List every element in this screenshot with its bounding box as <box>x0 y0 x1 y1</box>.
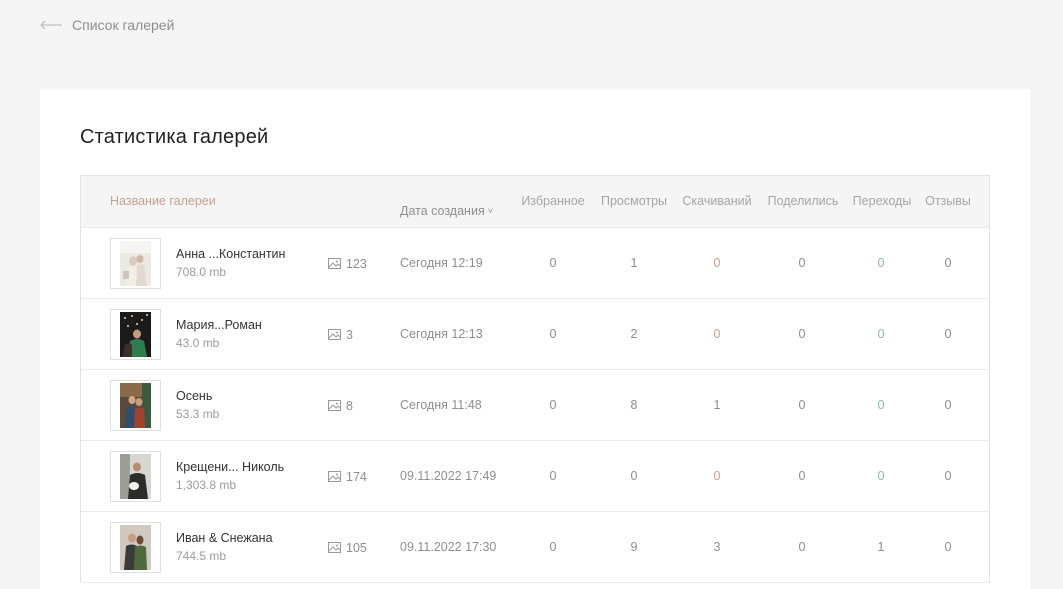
gallery-size: 708.0 mb <box>176 265 227 279</box>
reviews-count: 0 <box>944 398 952 412</box>
gallery-thumbnail[interactable] <box>110 380 161 431</box>
table-header: Название галереи Дата создания ˅ Избранно… <box>81 176 989 228</box>
gallery-stats-table: Название галереи Дата создания ˅ Избранно… <box>80 175 990 583</box>
table-row[interactable]: Анна ...Константин 708.0 mb 123 Сегодня … <box>81 228 989 299</box>
table-row[interactable]: Иван & Снежана 744.5 mb 105 09.11.2022 1… <box>81 512 989 583</box>
views-count: 8 <box>630 398 638 412</box>
gallery-thumbnail[interactable] <box>110 522 161 573</box>
reviews-count: 0 <box>944 327 952 341</box>
photo-count: 8 <box>328 370 353 441</box>
photo-count-value: 123 <box>346 256 367 271</box>
favorites-count: 0 <box>549 327 557 341</box>
photo-count-value: 3 <box>346 327 353 342</box>
shares-count: 0 <box>798 469 806 483</box>
gallery-cover-image <box>120 383 151 428</box>
photo-count: 3 <box>328 299 353 370</box>
created-date: Сегодня 11:48 <box>400 398 482 412</box>
reviews-count: 0 <box>944 256 952 270</box>
created-date: Сегодня 12:13 <box>400 327 483 341</box>
downloads-count: 0 <box>713 256 721 270</box>
transitions-count: 0 <box>877 256 885 270</box>
image-icon <box>328 329 341 340</box>
downloads-count: 3 <box>713 540 721 554</box>
photo-count: 174 <box>328 441 367 512</box>
back-link-label: Список галерей <box>72 17 175 33</box>
favorites-count: 0 <box>549 256 557 270</box>
created-date: 09.11.2022 17:30 <box>400 540 497 554</box>
favorites-count: 0 <box>549 540 557 554</box>
header-transitions: Переходы <box>852 194 912 208</box>
views-count: 1 <box>630 256 638 270</box>
header-downloads: Скачиваний <box>682 194 752 208</box>
gallery-size: 1,303.8 mb <box>176 478 237 492</box>
header-favorites: Избранное <box>521 194 585 208</box>
photo-count: 105 <box>328 512 367 583</box>
gallery-thumbnail[interactable] <box>110 309 161 360</box>
gallery-size: 53.3 mb <box>176 407 220 421</box>
image-icon <box>328 400 341 411</box>
header-created-date-label: Дата создания <box>400 204 485 218</box>
photo-count: 123 <box>328 228 367 299</box>
image-icon <box>328 471 341 482</box>
gallery-size: 744.5 mb <box>176 549 227 563</box>
header-views: Просмотры <box>600 194 668 208</box>
gallery-name[interactable]: Иван & Снежана <box>176 531 273 545</box>
favorites-count: 0 <box>549 398 557 412</box>
transitions-count: 1 <box>877 540 885 554</box>
shares-count: 0 <box>798 540 806 554</box>
downloads-count: 1 <box>713 398 721 412</box>
header-created-date[interactable]: Дата создания ˅ <box>400 176 493 228</box>
image-icon <box>328 542 341 553</box>
photo-count-value: 105 <box>346 540 367 555</box>
gallery-cover-image <box>120 525 151 570</box>
shares-count: 0 <box>798 398 806 412</box>
gallery-thumbnail[interactable] <box>110 451 161 502</box>
shares-count: 0 <box>798 327 806 341</box>
gallery-name[interactable]: Осень <box>176 389 212 403</box>
header-shares: Поделились <box>767 194 839 208</box>
transitions-count: 0 <box>877 398 885 412</box>
reviews-count: 0 <box>944 469 952 483</box>
transitions-count: 0 <box>877 469 885 483</box>
gallery-size: 43.0 mb <box>176 336 220 350</box>
downloads-count: 0 <box>713 469 721 483</box>
table-row[interactable]: Мария...Роман 43.0 mb 3 Сегодня 12:13 0 … <box>81 299 989 370</box>
photo-count-value: 174 <box>346 469 367 484</box>
image-icon <box>328 258 341 269</box>
views-count: 2 <box>630 327 638 341</box>
downloads-count: 0 <box>713 327 721 341</box>
shares-count: 0 <box>798 256 806 270</box>
page-title: Статистика галерей <box>80 126 269 148</box>
views-count: 0 <box>630 469 638 483</box>
transitions-count: 0 <box>877 327 885 341</box>
gallery-name[interactable]: Анна ...Константин <box>176 247 285 261</box>
gallery-name[interactable]: Крещени... Николь <box>176 460 284 474</box>
header-gallery-name: Название галереи <box>110 194 216 208</box>
header-reviews: Отзывы <box>925 194 971 208</box>
gallery-name[interactable]: Мария...Роман <box>176 318 262 332</box>
photo-count-value: 8 <box>346 398 353 413</box>
statistics-card: Статистика галерей Название галереи Дата… <box>40 89 1030 589</box>
created-date: Сегодня 12:19 <box>400 256 483 270</box>
gallery-cover-image <box>120 241 151 286</box>
reviews-count: 0 <box>944 540 952 554</box>
gallery-cover-image <box>120 312 151 357</box>
gallery-thumbnail[interactable] <box>110 238 161 289</box>
favorites-count: 0 <box>549 469 557 483</box>
views-count: 9 <box>630 540 638 554</box>
table-row[interactable]: Осень 53.3 mb 8 Сегодня 11:48 0 8 1 0 0 … <box>81 370 989 441</box>
back-to-galleries-link[interactable]: Список галерей <box>40 16 174 34</box>
created-date: 09.11.2022 17:49 <box>400 469 497 483</box>
table-row[interactable]: Крещени... Николь 1,303.8 mb 174 09.11.2… <box>81 441 989 512</box>
arrow-left-icon <box>40 20 62 30</box>
gallery-cover-image <box>120 454 151 499</box>
